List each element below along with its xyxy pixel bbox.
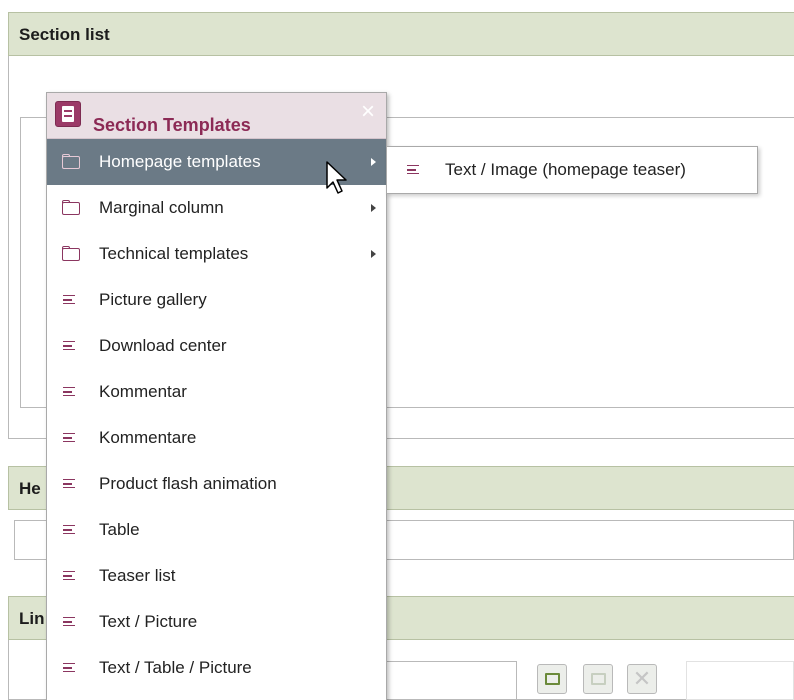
template-icon: [55, 101, 81, 127]
open-folder-button[interactable]: [537, 664, 567, 694]
folder-icon: [61, 154, 83, 170]
menu-item-label: Table: [99, 520, 140, 539]
menu-item-table[interactable]: Table: [47, 507, 386, 553]
menu-item-label: Teaser list: [99, 566, 176, 585]
submenu-item-label: Text / Image (homepage teaser): [445, 160, 686, 179]
template-lines-icon: [61, 384, 83, 400]
template-lines-icon: [61, 568, 83, 584]
menu-item-download-center[interactable]: Download center: [47, 323, 386, 369]
close-icon[interactable]: ×: [358, 100, 378, 124]
remove-icon: ✕: [632, 666, 652, 691]
template-lines-icon: [61, 660, 83, 676]
menu-item-label: Marginal column: [99, 198, 224, 217]
template-lines-icon: [61, 614, 83, 630]
menu-item-label: Kommentare: [99, 428, 197, 447]
menu-item-label: Technical templates: [99, 244, 249, 263]
menu-item-label: Download center: [99, 336, 227, 355]
link-secondary-field[interactable]: [686, 661, 794, 700]
folder-open-icon: [545, 673, 560, 685]
folder-icon: [61, 246, 83, 262]
submenu-arrow-icon: [371, 250, 376, 258]
menu-item-label: Product flash animation: [99, 474, 277, 493]
template-lines-icon: [61, 430, 83, 446]
template-lines-icon: [61, 476, 83, 492]
link-title-fragment: Lin: [19, 609, 45, 628]
template-lines-icon: [405, 162, 427, 178]
homepage-templates-submenu[interactable]: Text / Image (homepage teaser): [386, 146, 758, 194]
popup-header: Section Templates ×: [47, 93, 386, 139]
edit-icon: [591, 673, 606, 685]
remove-link-button[interactable]: ✕: [627, 664, 657, 694]
menu-item-label: Homepage templates: [99, 152, 261, 171]
template-menu: Homepage templates Marginal column Techn…: [47, 139, 386, 691]
link-input[interactable]: [380, 661, 517, 700]
headline-title-fragment: He: [19, 479, 41, 498]
menu-item-picture-gallery[interactable]: Picture gallery: [47, 277, 386, 323]
template-lines-icon: [61, 338, 83, 354]
menu-item-kommentar[interactable]: Kommentar: [47, 369, 386, 415]
menu-item-text-picture[interactable]: Text / Picture: [47, 599, 386, 645]
menu-item-kommentare[interactable]: Kommentare: [47, 415, 386, 461]
popup-title: Section Templates: [93, 115, 251, 135]
menu-item-teaser-list[interactable]: Teaser list: [47, 553, 386, 599]
section-list-title: Section list: [19, 25, 110, 44]
menu-item-label: Text / Table / Picture: [99, 658, 252, 677]
menu-item-label: Text / Picture: [99, 612, 198, 631]
menu-item-label: Picture gallery: [99, 290, 207, 309]
section-list-header: Section list: [8, 12, 794, 56]
menu-item-technical-templates[interactable]: Technical templates: [47, 231, 386, 277]
template-lines-icon: [61, 522, 83, 538]
template-lines-icon: [61, 292, 83, 308]
submenu-arrow-icon: [371, 204, 376, 212]
edit-link-button[interactable]: [583, 664, 613, 694]
menu-item-product-flash-animation[interactable]: Product flash animation: [47, 461, 386, 507]
menu-item-label: Kommentar: [99, 382, 187, 401]
mouse-cursor-icon: [326, 161, 347, 194]
menu-item-text-table-picture[interactable]: Text / Table / Picture: [47, 645, 386, 691]
submenu-arrow-icon: [371, 158, 376, 166]
folder-icon: [61, 200, 83, 216]
